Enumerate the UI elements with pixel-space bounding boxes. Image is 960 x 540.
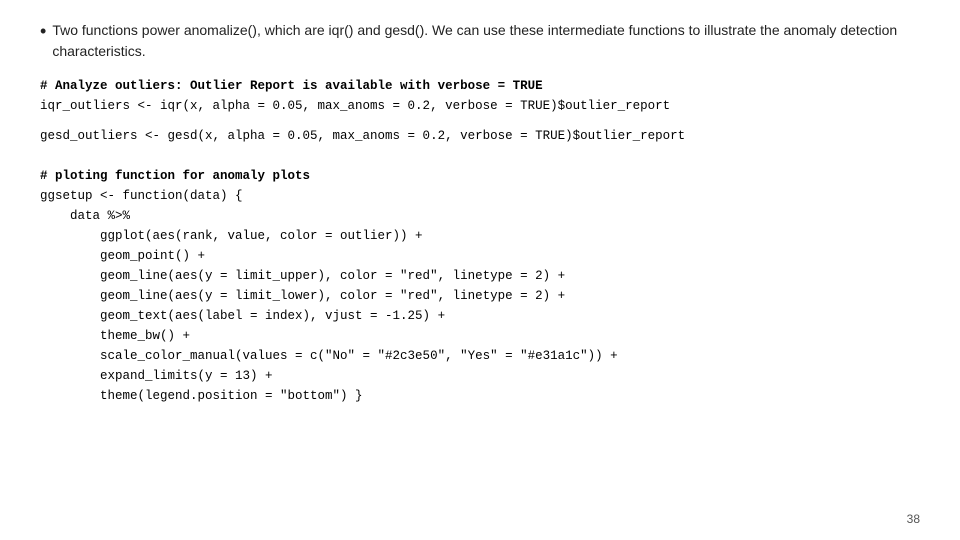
- page-container: • Two functions power anomalize(), which…: [0, 0, 960, 540]
- code-blank-2: [40, 146, 920, 156]
- bullet-dot: •: [40, 20, 46, 43]
- code-line-6: geom_point() +: [40, 246, 920, 266]
- bullet-section: • Two functions power anomalize(), which…: [40, 20, 920, 62]
- code-comment-1: # Analyze outliers: Outlier Report is av…: [40, 76, 920, 96]
- code-line-2: gesd_outliers <- gesd(x, alpha = 0.05, m…: [40, 126, 920, 146]
- bullet-content: Two functions power anomalize(), which a…: [52, 20, 920, 62]
- code-line-4: data %>%: [40, 206, 920, 226]
- code-line-7: geom_line(aes(y = limit_upper), color = …: [40, 266, 920, 286]
- page-number: 38: [907, 512, 920, 526]
- code-line-13: theme(legend.position = "bottom") }: [40, 386, 920, 406]
- code-line-3: ggsetup <- function(data) {: [40, 186, 920, 206]
- code-line-5: ggplot(aes(rank, value, color = outlier)…: [40, 226, 920, 246]
- code-line-1: iqr_outliers <- iqr(x, alpha = 0.05, max…: [40, 96, 920, 116]
- code-section: # Analyze outliers: Outlier Report is av…: [40, 76, 920, 406]
- code-line-12: expand_limits(y = 13) +: [40, 366, 920, 386]
- bullet-text: • Two functions power anomalize(), which…: [40, 20, 920, 62]
- code-line-8: geom_line(aes(y = limit_lower), color = …: [40, 286, 920, 306]
- code-line-11: scale_color_manual(values = c("No" = "#2…: [40, 346, 920, 366]
- code-comment-2: # ploting function for anomaly plots: [40, 166, 920, 186]
- code-blank-3: [40, 156, 920, 166]
- code-line-10: theme_bw() +: [40, 326, 920, 346]
- code-line-9: geom_text(aes(label = index), vjust = -1…: [40, 306, 920, 326]
- code-blank-1: [40, 116, 920, 126]
